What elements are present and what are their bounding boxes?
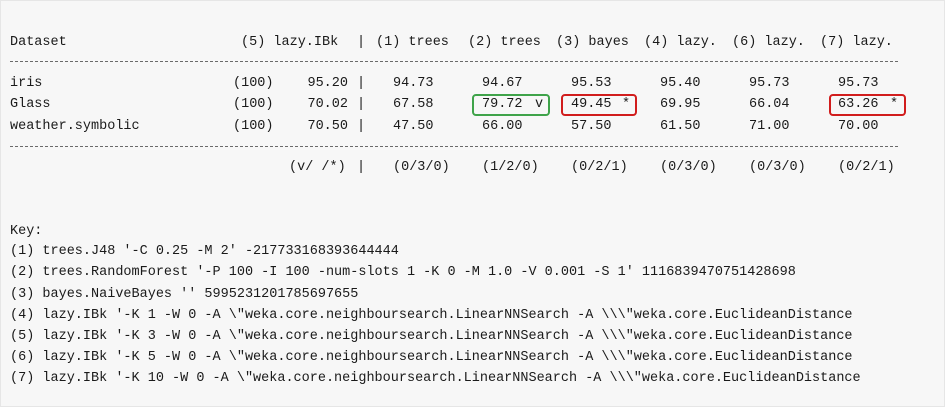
row-value-col-2: 79.72 [482,97,523,112]
header-pipe: | [357,35,366,50]
key-line: (7) lazy.IBk '-K 10 -W 0 -A \"weka.core.… [10,371,861,386]
significance-mark: * [890,97,899,112]
key-line: (6) lazy.IBk '-K 5 -W 0 -A \"weka.core.n… [10,350,853,365]
row-pipe: | [357,97,366,112]
row-dataset-name: weather.symbolic [10,119,140,134]
summary-col-7: (0/2/1) [838,160,895,175]
row-value-col-3: 57.50 [571,119,612,134]
header-col-6: (6) lazy. [732,35,805,50]
row-pipe: | [357,76,366,91]
key-title: Key: [10,224,43,239]
row-value-col-6: 95.73 [749,76,790,91]
row-count: (100) [233,76,274,91]
header-col-7: (7) lazy. [820,35,893,50]
summary-col-1: (0/3/0) [393,160,450,175]
header-baseline: (5) lazy.IBk [241,35,339,50]
row-dataset-name: Glass [10,97,51,112]
header-col-2: (2) trees [468,35,541,50]
row-value-col-4: 61.50 [660,119,701,134]
separator-top [10,61,898,62]
row-value-col-3: 49.45 [571,97,612,112]
row-count: (100) [233,119,274,134]
header-col-1: (1) trees [376,35,449,50]
row-baseline: 70.50 [307,119,348,134]
row-baseline: 95.20 [307,76,348,91]
summary-col-6: (0/3/0) [749,160,806,175]
row-value-col-7: 63.26 [838,97,879,112]
significance-mark: v [535,97,544,112]
row-pipe: | [357,119,366,134]
row-dataset-name: iris [10,76,43,91]
key-line: (4) lazy.IBk '-K 1 -W 0 -A \"weka.core.n… [10,308,853,323]
separator-bottom [10,146,898,147]
row-value-col-1: 94.73 [393,76,434,91]
row-value-col-7: 70.00 [838,119,879,134]
header-col-4: (4) lazy. [644,35,717,50]
row-value-col-3: 95.53 [571,76,612,91]
summary-col-2: (1/2/0) [482,160,539,175]
row-value-col-4: 95.40 [660,76,701,91]
row-value-col-6: 71.00 [749,119,790,134]
summary-col-3: (0/2/1) [571,160,628,175]
results-panel: Dataset (5) lazy.IBk | (1) trees (2) tre… [0,0,945,407]
significance-mark: * [622,97,631,112]
summary-pipe: | [357,160,366,175]
row-value-col-1: 67.58 [393,97,434,112]
row-value-col-1: 47.50 [393,119,434,134]
key-line: (1) trees.J48 '-C 0.25 -M 2' -2177331683… [10,244,399,259]
key-line: (3) bayes.NaiveBayes '' 5995231201785697… [10,287,359,302]
key-line: (2) trees.RandomForest '-P 100 -I 100 -n… [10,265,796,280]
header-dataset-label: Dataset [10,35,67,50]
summary-col-4: (0/3/0) [660,160,717,175]
row-value-col-4: 69.95 [660,97,701,112]
header-col-3: (3) bayes [556,35,629,50]
row-count: (100) [233,97,274,112]
summary-label: (v/ /*) [289,160,346,175]
key-line: (5) lazy.IBk '-K 3 -W 0 -A \"weka.core.n… [10,329,853,344]
row-value-col-6: 66.04 [749,97,790,112]
row-value-col-2: 94.67 [482,76,523,91]
row-baseline: 70.02 [307,97,348,112]
row-value-col-7: 95.73 [838,76,879,91]
row-value-col-2: 66.00 [482,119,523,134]
